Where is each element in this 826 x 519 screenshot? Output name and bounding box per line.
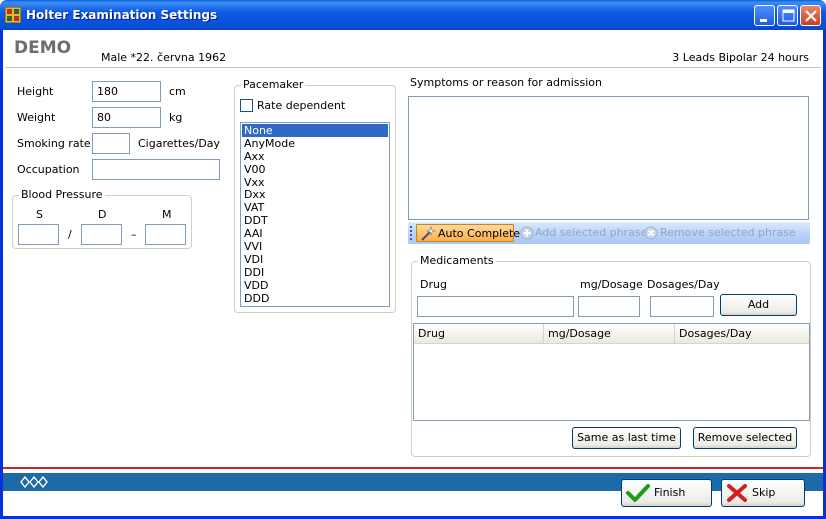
skip-label: Skip [752,486,776,499]
drug-label: Drug [420,278,447,291]
title-bar[interactable]: Holter Examination Settings [0,0,826,30]
pacemaker-mode-item[interactable]: VVI [242,240,388,253]
checkmark-icon [626,484,650,502]
maximize-icon [782,9,795,22]
bp-slash: / [68,228,72,241]
maximize-button[interactable] [777,5,798,26]
remove-phrase-label: Remove selected phrase [660,226,796,239]
rate-dependent-label: Rate dependent [257,99,346,112]
weight-label: Weight [17,111,56,124]
bp-diastolic-input[interactable] [81,224,122,245]
add-icon [520,226,534,240]
pacemaker-mode-item[interactable]: Dxx [242,188,388,202]
add-medicament-button[interactable]: Add [720,294,797,316]
pacemaker-mode-item[interactable]: V00 [242,163,388,176]
pacemaker-mode-item[interactable]: Axx [242,150,388,163]
pacemaker-mode-item[interactable]: VAT [242,201,388,214]
cross-icon [727,484,747,502]
pacemaker-mode-item[interactable]: VDD [242,279,388,292]
pacemaker-group: Pacemaker Rate dependent None AnyMode Axx V… [234,78,396,313]
patient-info: Male *22. června 1962 [101,51,227,64]
symptoms-textarea[interactable] [408,96,809,220]
finish-label: Finish [654,486,686,499]
auto-complete-button[interactable]: Auto Complete [416,224,520,242]
bp-dash: – [131,228,137,241]
blood-pressure-group: Blood Pressure S D M / – [12,188,192,249]
medicaments-table[interactable]: Drug mg/Dosage Dosages/Day [413,323,810,421]
weight-input[interactable]: 80 [92,107,161,128]
bp-mean-input[interactable] [145,224,186,245]
window: Holter Examination Settings DEMO Male *2… [0,0,826,519]
column-header-drug[interactable]: Drug [414,324,544,344]
pacemaker-mode-item[interactable]: Vxx [242,176,388,189]
column-header-per-day[interactable]: Dosages/Day [675,324,809,344]
same-as-last-time-button[interactable]: Same as last time [572,427,681,449]
remove-phrase-button[interactable]: Remove selected phrase [644,224,796,242]
bp-m-label: M [162,208,172,221]
minimize-icon [760,19,767,22]
smoking-unit: Cigarettes/Day [138,137,221,150]
footer-separator [3,467,823,469]
smoking-label: Smoking rate [17,137,91,150]
dosage-label: mg/Dosage [580,278,643,291]
pacemaker-mode-item[interactable]: AAI [242,227,388,240]
per-day-input[interactable] [650,296,714,317]
auto-complete-label: Auto Complete [438,227,521,240]
recording-info: 3 Leads Bipolar 24 hours [672,51,809,64]
patient-name: DEMO [14,38,72,58]
bp-d-label: D [98,208,107,221]
occupation-input[interactable] [92,159,220,180]
height-label: Height [17,85,54,98]
bp-systolic-input[interactable] [18,224,59,245]
pacemaker-mode-item[interactable]: None [242,124,388,137]
minimize-button[interactable] [754,5,775,26]
window-title: Holter Examination Settings [26,8,218,22]
rate-dependent-checkbox[interactable] [240,99,253,112]
remove-selected-button[interactable]: Remove selected [693,427,797,449]
height-unit: cm [169,85,186,98]
pacemaker-mode-item[interactable]: DDI [242,266,388,279]
pacemaker-mode-item[interactable]: VDI [242,253,388,266]
dialog-body: DEMO Male *22. června 1962 3 Leads Bipol… [3,30,823,516]
dosage-input[interactable] [578,296,640,317]
add-phrase-button[interactable]: Add selected phrase [518,224,647,242]
smoking-input[interactable] [92,133,130,154]
per-day-label: Dosages/Day [647,278,720,291]
skip-button[interactable]: Skip [721,479,805,507]
close-icon [805,10,817,22]
column-header-dosage[interactable]: mg/Dosage [544,324,675,344]
pacemaker-mode-list[interactable]: None AnyMode Axx V00 Vxx Dxx VAT DDT AAI VVI VDI DD… [240,122,390,307]
bp-s-label: S [36,208,43,221]
phrase-toolbar: Auto Complete Add selected phrase Remove… [408,222,810,244]
symptoms-label: Symptoms or reason for admission [410,76,602,89]
app-icon [5,7,21,23]
medicaments-group: Medicaments Drug mg/Dosage Dosages/Day A… [411,254,811,457]
blood-pressure-title: Blood Pressure [19,188,105,201]
pacemaker-mode-item[interactable]: AnyMode [242,137,388,150]
pacemaker-title: Pacemaker [241,78,306,91]
toolbar-grip-icon [410,226,412,240]
pacemaker-mode-item[interactable]: DDD [242,292,388,305]
add-phrase-label: Add selected phrase [535,226,648,239]
wand-icon [421,226,436,241]
remove-icon [644,226,658,240]
weight-unit: kg [169,111,183,124]
drug-input[interactable] [417,296,574,317]
finish-button[interactable]: Finish [621,479,712,507]
medicaments-title: Medicaments [418,254,496,267]
close-button[interactable] [800,5,821,26]
company-logo [20,475,48,489]
occupation-label: Occupation [17,163,80,176]
pacemaker-mode-item[interactable]: DDT [242,214,388,227]
height-input[interactable]: 180 [92,81,161,102]
header-divider [5,67,821,68]
